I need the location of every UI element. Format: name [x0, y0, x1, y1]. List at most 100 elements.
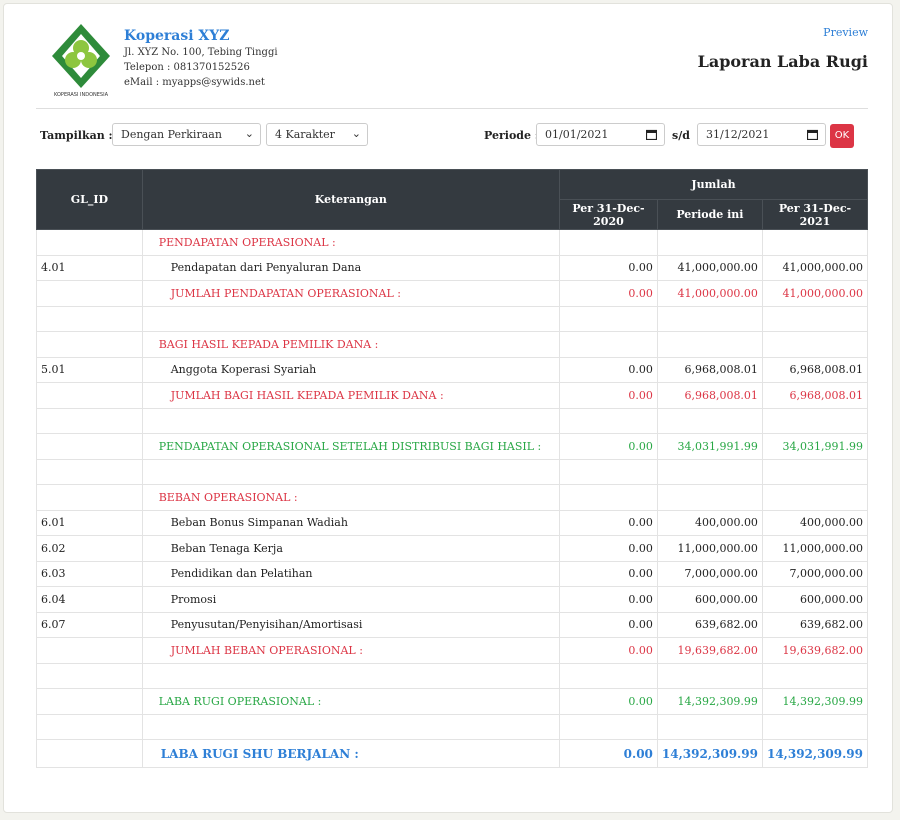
cell-curr [761, 662, 869, 689]
cell-prev: 0.00 [559, 382, 658, 409]
cell-prev: 0.00 [559, 254, 658, 281]
table-row [36, 458, 869, 485]
cell-keterangan: BAGI HASIL KEPADA PEMILIK DANA : [141, 331, 561, 358]
chevron-down-icon: ⌄ [244, 127, 254, 140]
cell-period [656, 331, 763, 358]
cell-glid [36, 382, 143, 409]
cell-glid [36, 713, 143, 740]
cell-curr: 19,639,682.00 [761, 637, 869, 664]
cell-glid [36, 280, 143, 307]
col-glid: GL_ID [36, 169, 143, 230]
cell-glid [36, 458, 143, 485]
table-row [36, 662, 869, 689]
cell-curr: 400,000.00 [761, 509, 869, 536]
company-phone: Telepon : 081370152526 [124, 62, 250, 73]
cell-keterangan: BEBAN OPERASIONAL : [141, 484, 561, 511]
cell-glid [36, 662, 143, 689]
cell-curr [761, 331, 869, 358]
cell-period: 6,968,008.01 [656, 356, 763, 383]
cell-glid: 6.01 [36, 509, 143, 536]
table-row: 6.02 Beban Tenaga Kerja 0.00 11,000,000.00 1… [36, 535, 869, 562]
table-row: 5.01 Anggota Koperasi Syariah 0.00 6,968,00… [36, 356, 869, 383]
cell-keterangan: JUMLAH BEBAN OPERASIONAL : [141, 637, 561, 664]
ok-button[interactable]: OK [830, 124, 854, 148]
cell-keterangan [141, 407, 561, 434]
calendar-icon[interactable] [646, 129, 657, 140]
cell-keterangan: JUMLAH BAGI HASIL KEPADA PEMILIK DANA : [141, 382, 561, 409]
cell-glid [36, 433, 143, 460]
koperasi-logo: KOPERASI INDONESIA [52, 24, 110, 98]
cell-curr: 41,000,000.00 [761, 280, 869, 307]
cell-curr [761, 305, 869, 332]
cell-curr [761, 484, 869, 511]
cell-keterangan [141, 713, 561, 740]
table-row: BEBAN OPERASIONAL : [36, 484, 869, 511]
tampilkan-label: Tampilkan : [40, 129, 113, 142]
cell-keterangan: JUMLAH PENDAPATAN OPERASIONAL : [141, 280, 561, 307]
cell-curr: 11,000,000.00 [761, 535, 869, 562]
cell-prev [559, 662, 658, 689]
table-row [36, 305, 869, 332]
cell-period: 34,031,991.99 [656, 433, 763, 460]
cell-curr [761, 229, 869, 256]
digits-select[interactable]: 4 Karakter ⌄ [266, 123, 368, 146]
cell-period: 14,392,309.99 [656, 739, 763, 768]
cell-period: 14,392,309.99 [656, 688, 763, 715]
cell-curr [761, 458, 869, 485]
cell-prev: 0.00 [559, 586, 658, 613]
cell-keterangan: LABA RUGI SHU BERJALAN : [141, 739, 561, 768]
cell-prev [559, 458, 658, 485]
cell-glid: 5.01 [36, 356, 143, 383]
cell-prev: 0.00 [559, 509, 658, 536]
sd-label: s/d [672, 129, 690, 142]
cell-prev: 0.00 [559, 739, 658, 768]
mode-select[interactable]: Dengan Perkiraan ⌄ [112, 123, 261, 146]
table-row: LABA RUGI OPERASIONAL :0.00 14,392,309.99… [36, 688, 869, 715]
report-table: GL_ID Keterangan Jumlah Per 31-Dec-2020 … [36, 169, 869, 768]
cell-period: 400,000.00 [656, 509, 763, 536]
table-row: 6.01 Beban Bonus Simpanan Wadiah 0.00 400,0… [36, 509, 869, 536]
table-row: JUMLAH BEBAN OPERASIONAL :0.00 19,639,682… [36, 637, 869, 664]
cell-curr [761, 407, 869, 434]
cell-glid [36, 331, 143, 358]
start-date-input[interactable]: 01/01/2021 [536, 123, 665, 146]
cell-prev: 0.00 [559, 560, 658, 587]
cell-period [656, 407, 763, 434]
end-date-input[interactable]: 31/12/2021 [697, 123, 826, 146]
cell-prev: 0.00 [559, 280, 658, 307]
cell-glid [36, 484, 143, 511]
logo-caption: KOPERASI INDONESIA [54, 92, 109, 98]
cell-period [656, 458, 763, 485]
cell-prev [559, 713, 658, 740]
cell-period: 19,639,682.00 [656, 637, 763, 664]
cell-curr: 6,968,008.01 [761, 382, 869, 409]
cell-keterangan: Pendapatan dari Penyaluran Dana [141, 254, 561, 281]
cell-keterangan [141, 458, 561, 485]
table-row: 6.03 Pendidikan dan Pelatihan 0.00 7,000,00… [36, 560, 869, 587]
company-email: eMail : myapps@sywids.net [124, 77, 265, 88]
table-row: JUMLAH BAGI HASIL KEPADA PEMILIK DANA :0… [36, 382, 869, 409]
start-date-value: 01/01/2021 [545, 128, 609, 141]
cell-prev [559, 229, 658, 256]
table-row: PENDAPATAN OPERASIONAL : [36, 229, 869, 256]
table-row: PENDAPATAN OPERASIONAL SETELAH DISTRIBUS… [36, 433, 869, 460]
cell-glid [36, 305, 143, 332]
cell-curr [761, 713, 869, 740]
cell-period: 6,968,008.01 [656, 382, 763, 409]
cell-period [656, 662, 763, 689]
table-row [36, 407, 869, 434]
cell-glid [36, 739, 143, 768]
preview-link[interactable]: Preview [823, 26, 868, 39]
cell-period: 11,000,000.00 [656, 535, 763, 562]
col-jumlah: Jumlah [559, 169, 868, 200]
cell-period: 639,682.00 [656, 611, 763, 638]
cell-keterangan: Pendidikan dan Pelatihan [141, 560, 561, 587]
cell-curr: 6,968,008.01 [761, 356, 869, 383]
cell-curr: 7,000,000.00 [761, 560, 869, 587]
cell-period: 600,000.00 [656, 586, 763, 613]
calendar-icon[interactable] [807, 129, 818, 140]
cell-curr: 34,031,991.99 [761, 433, 869, 460]
periode-label: Periode : [484, 129, 539, 142]
end-date-value: 31/12/2021 [706, 128, 770, 141]
cell-prev: 0.00 [559, 535, 658, 562]
